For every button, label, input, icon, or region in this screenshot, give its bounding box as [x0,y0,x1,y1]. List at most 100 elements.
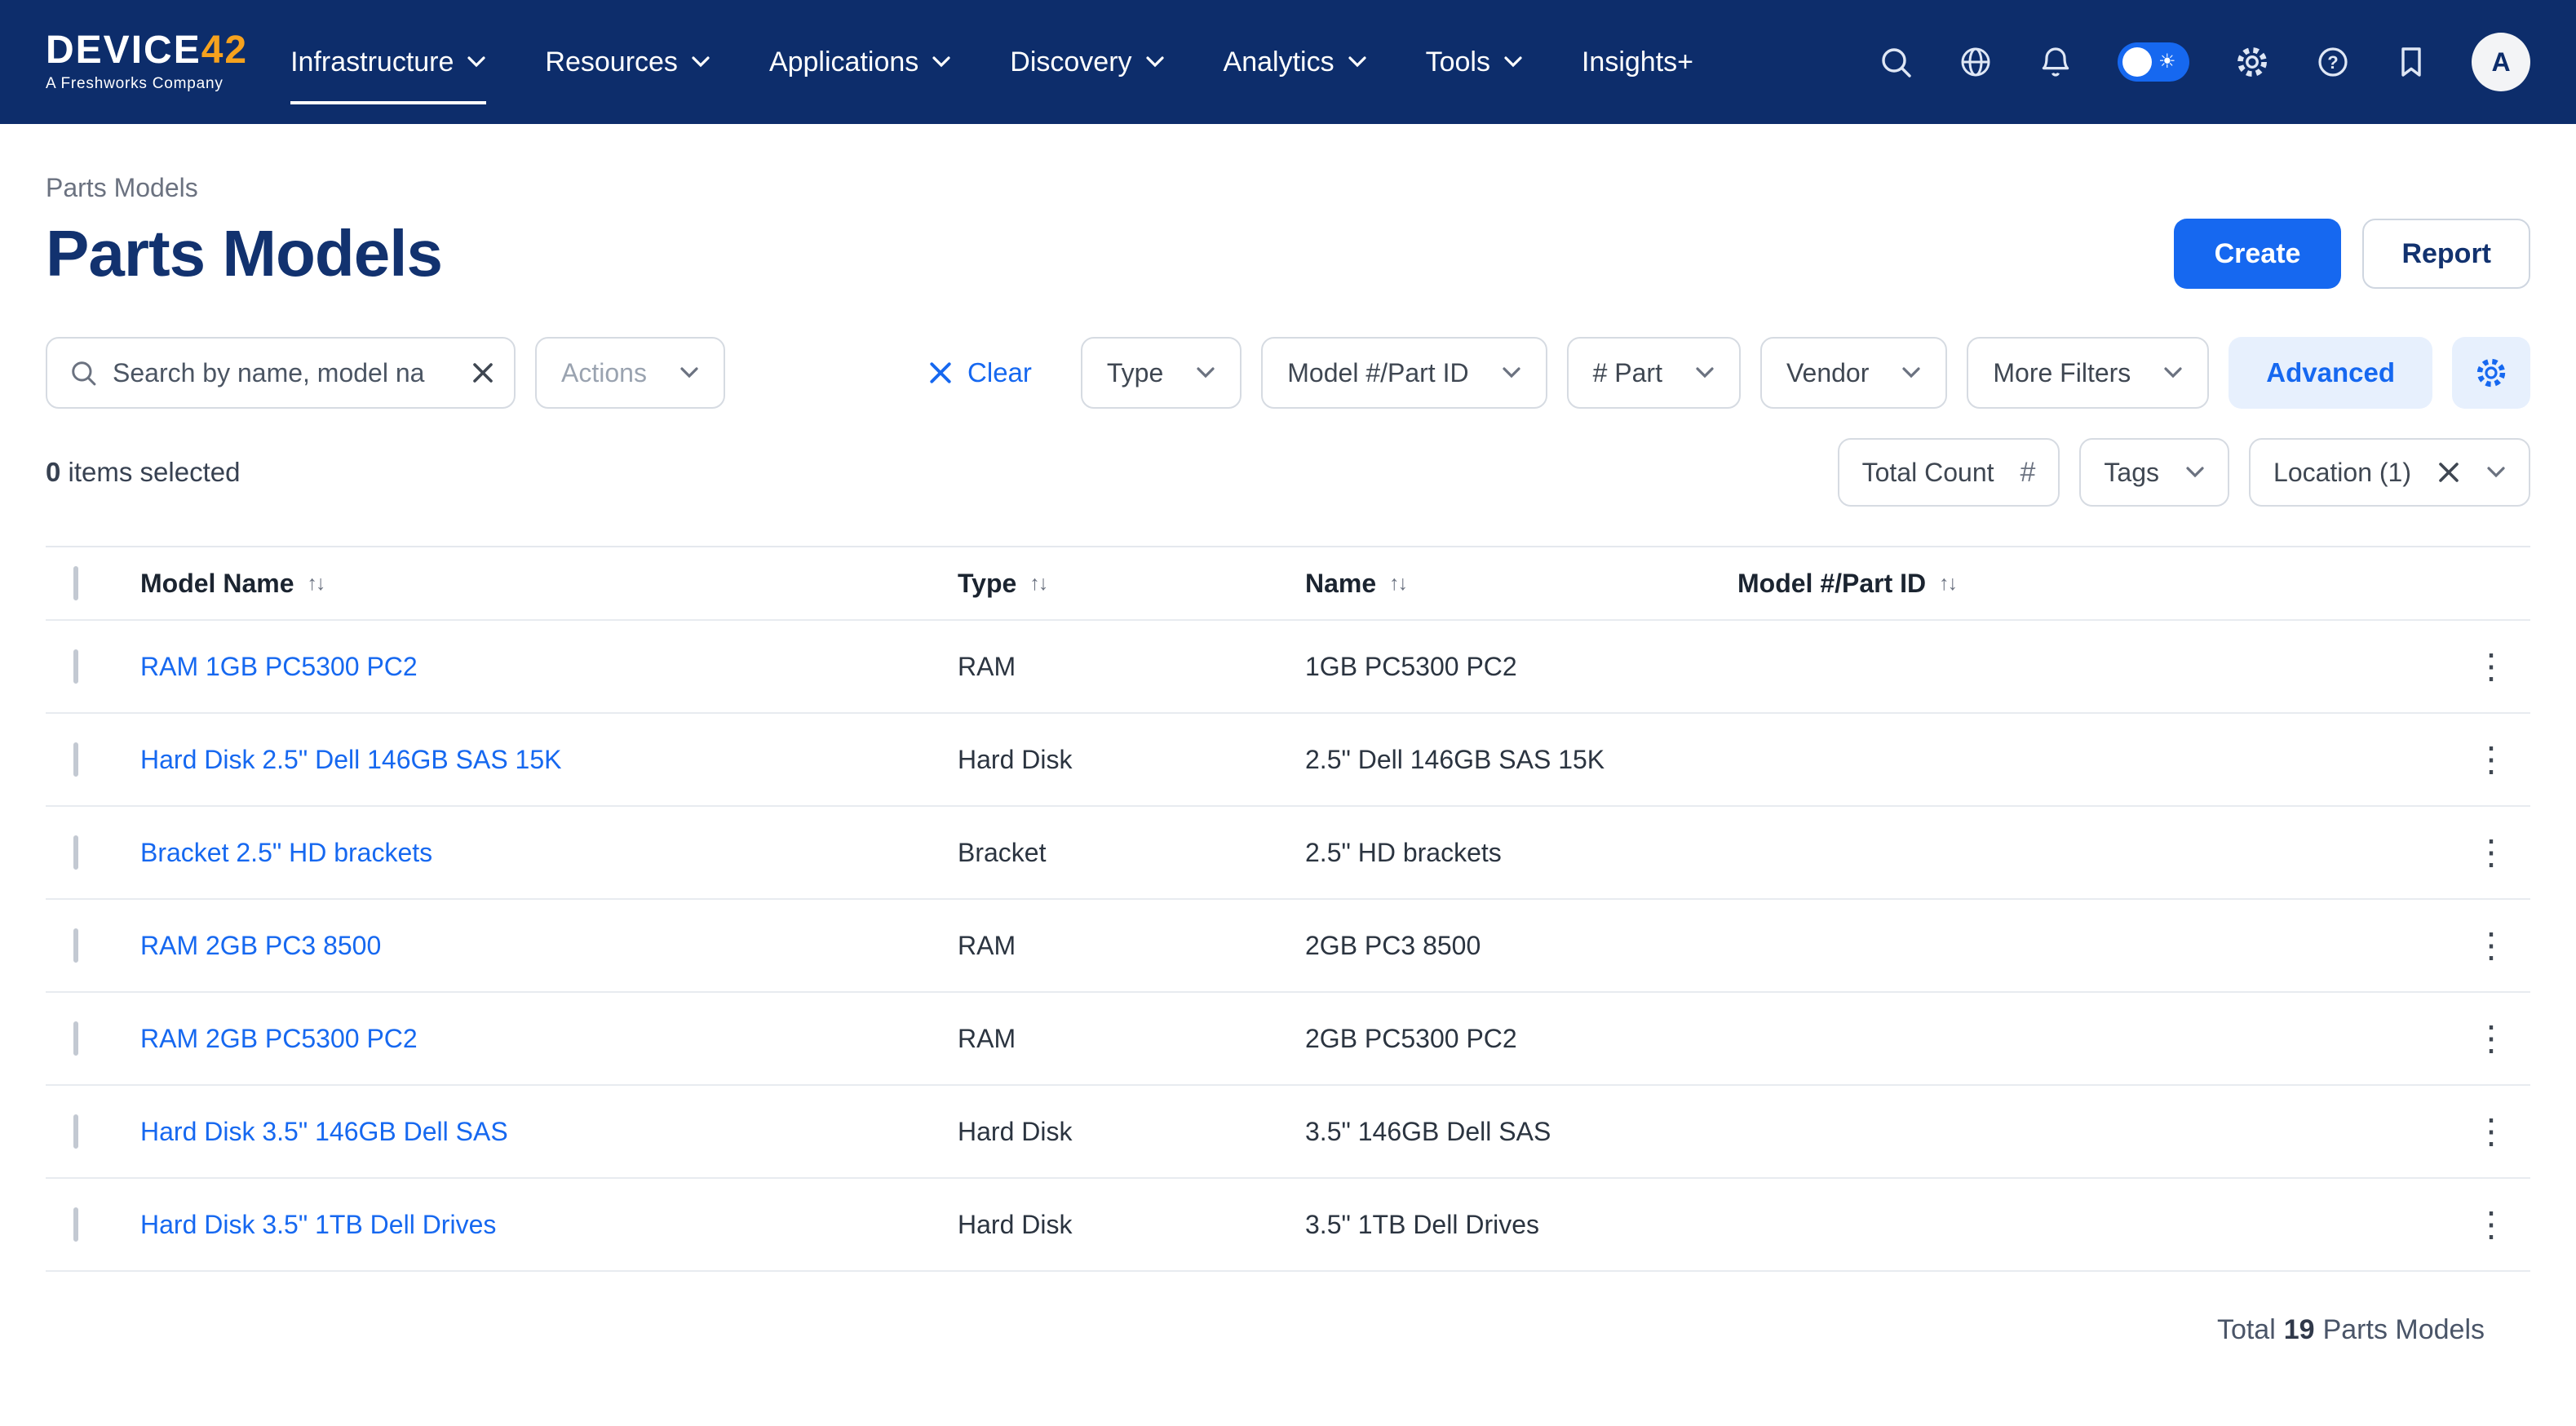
table-settings-button[interactable] [2452,337,2530,409]
bookmark-icon[interactable] [2395,44,2428,80]
toggle-knob [2122,47,2152,77]
theme-toggle[interactable]: ☀ [2118,42,2189,82]
sort-icon[interactable]: ↑↓ [1029,572,1047,596]
dropdown-label: Vendor [1786,358,1869,388]
chevron-down-icon [679,366,699,379]
row-menu-button[interactable]: ⋮ [2461,1108,2521,1155]
nav-item-infrastructure[interactable]: Infrastructure [290,37,486,88]
name-cell: 3.5" 146GB Dell SAS [1305,1117,1737,1147]
name-cell: 3.5" 1TB Dell Drives [1305,1210,1737,1240]
table-row: RAM 2GB PC5300 PC2 RAM2GB PC5300 PC2 ⋮ [46,993,2530,1086]
nav-item-label: Analytics [1224,46,1334,78]
main-content: Parts Models Parts Models Create Report … [0,173,2576,1346]
table-header-row: Model Name ↑↓ Type ↑↓ Name ↑↓ Model #/Part … [46,547,2530,621]
row-menu-button[interactable]: ⋮ [2461,829,2521,876]
clear-filters-button[interactable]: Clear [928,357,1032,388]
sort-icon[interactable]: ↑↓ [1389,572,1406,596]
row-checkbox[interactable] [73,742,78,777]
type-cell: RAM [958,652,1305,682]
table-row: Bracket 2.5" HD bracketsBracket2.5" HD b… [46,807,2530,900]
column-header-name[interactable]: Name [1305,569,1376,599]
model-name-link[interactable]: Hard Disk 3.5" 1TB Dell Drives [140,1210,496,1239]
name-cell: 2GB PC3 8500 [1305,931,1737,961]
total-count-chip[interactable]: Total Count # [1838,438,2060,507]
vendor-dropdown[interactable]: Vendor [1760,337,1947,409]
dropdown-label: # Part [1593,358,1662,388]
row-menu-button[interactable]: ⋮ [2461,643,2521,690]
table-row: Hard Disk 3.5" 146GB Dell SAS Hard Disk3.… [46,1086,2530,1179]
tags-dropdown[interactable]: Tags [2079,438,2229,507]
column-header-model-part-id[interactable]: Model #/Part ID [1737,569,1926,599]
model-name-link[interactable]: RAM 2GB PC3 8500 [140,931,381,960]
type-cell: Bracket [958,838,1305,868]
row-checkbox[interactable] [73,1114,78,1149]
search-input[interactable] [47,358,514,388]
search-clear-icon[interactable] [471,361,494,384]
nav-item-tools[interactable]: Tools [1426,37,1523,88]
advanced-filters-button[interactable]: Advanced [2229,337,2432,409]
help-icon[interactable]: ? [2315,44,2351,80]
actions-dropdown[interactable]: Actions [535,337,725,409]
chevron-down-icon [1348,55,1367,69]
top-navigation-bar: DEVICE42 A Freshworks Company Infrastruc… [0,0,2576,124]
row-checkbox[interactable] [73,928,78,963]
model-name-link[interactable]: Hard Disk 3.5" 146GB Dell SAS [140,1117,508,1146]
globe-icon[interactable] [1958,44,1994,80]
gear-icon [2473,355,2509,391]
row-menu-button[interactable]: ⋮ [2461,1015,2521,1062]
remove-location-filter-icon[interactable] [2437,461,2460,484]
part-dropdown[interactable]: # Part [1567,337,1741,409]
table-row: RAM 2GB PC3 8500 RAM2GB PC3 8500 ⋮ [46,900,2530,993]
row-menu-button[interactable]: ⋮ [2461,1201,2521,1248]
type-cell: Hard Disk [958,1117,1305,1147]
table-row: Hard Disk 2.5" Dell 146GB SAS 15KHard Di… [46,714,2530,807]
chevron-down-icon [2486,466,2506,479]
location-filter-chip[interactable]: Location (1) [2249,438,2530,507]
chevron-down-icon [1502,366,1521,379]
chevron-down-icon [2163,366,2183,379]
model-name-link[interactable]: Hard Disk 2.5" Dell 146GB SAS 15K [140,745,561,774]
row-checkbox[interactable] [73,835,78,870]
table-row: Hard Disk 3.5" 1TB Dell Drives Hard Disk3… [46,1179,2530,1272]
nav-item-label: Applications [769,46,918,78]
nav-item-applications[interactable]: Applications [769,37,951,88]
sort-icon[interactable]: ↑↓ [307,572,324,596]
chevron-down-icon [467,55,486,69]
model-name-link[interactable]: Bracket 2.5" HD brackets [140,838,432,867]
user-avatar[interactable]: A [2472,33,2530,91]
row-menu-button[interactable]: ⋮ [2461,736,2521,783]
name-cell: 2GB PC5300 PC2 [1305,1024,1737,1054]
type-cell: RAM [958,931,1305,961]
nav-item-analytics[interactable]: Analytics [1224,37,1367,88]
bell-icon[interactable] [2038,44,2074,80]
nav-item-insights[interactable]: Insights+ [1582,37,1693,88]
column-header-type[interactable]: Type [958,569,1016,599]
sort-icon[interactable]: ↑↓ [1939,572,1956,596]
row-checkbox[interactable] [73,1207,78,1242]
column-header-model-name[interactable]: Model Name [140,569,294,599]
table-row: RAM 1GB PC5300 PC2RAM1GB PC5300 PC2⋮ [46,621,2530,714]
type-cell: Hard Disk [958,1210,1305,1240]
model-name-link[interactable]: RAM 2GB PC5300 PC2 [140,1024,418,1053]
nav-item-resources[interactable]: Resources [545,37,710,88]
nav-item-discovery[interactable]: Discovery [1010,37,1164,88]
row-menu-button[interactable]: ⋮ [2461,922,2521,969]
search-icon[interactable] [1878,44,1914,80]
row-checkbox[interactable] [73,1021,78,1056]
breadcrumb[interactable]: Parts Models [46,173,2530,203]
items-selected-text: 0 items selected [46,457,240,488]
gear-icon[interactable] [2233,43,2271,81]
type-dropdown[interactable]: Type [1081,337,1242,409]
device42-logo[interactable]: DEVICE42 A Freshworks Company [46,31,248,93]
svg-text:?: ? [2327,52,2338,73]
model-name-link[interactable]: RAM 1GB PC5300 PC2 [140,652,418,681]
create-button[interactable]: Create [2174,219,2342,289]
type-cell: RAM [958,1024,1305,1054]
row-checkbox[interactable] [73,649,78,684]
sun-icon: ☀ [2158,52,2176,72]
more-filters-dropdown[interactable]: More Filters [1967,337,2209,409]
report-button[interactable]: Report [2362,219,2530,289]
select-all-checkbox[interactable] [73,566,78,600]
chevron-down-icon [932,55,951,69]
model-part-id-dropdown[interactable]: Model #/Part ID [1261,337,1547,409]
